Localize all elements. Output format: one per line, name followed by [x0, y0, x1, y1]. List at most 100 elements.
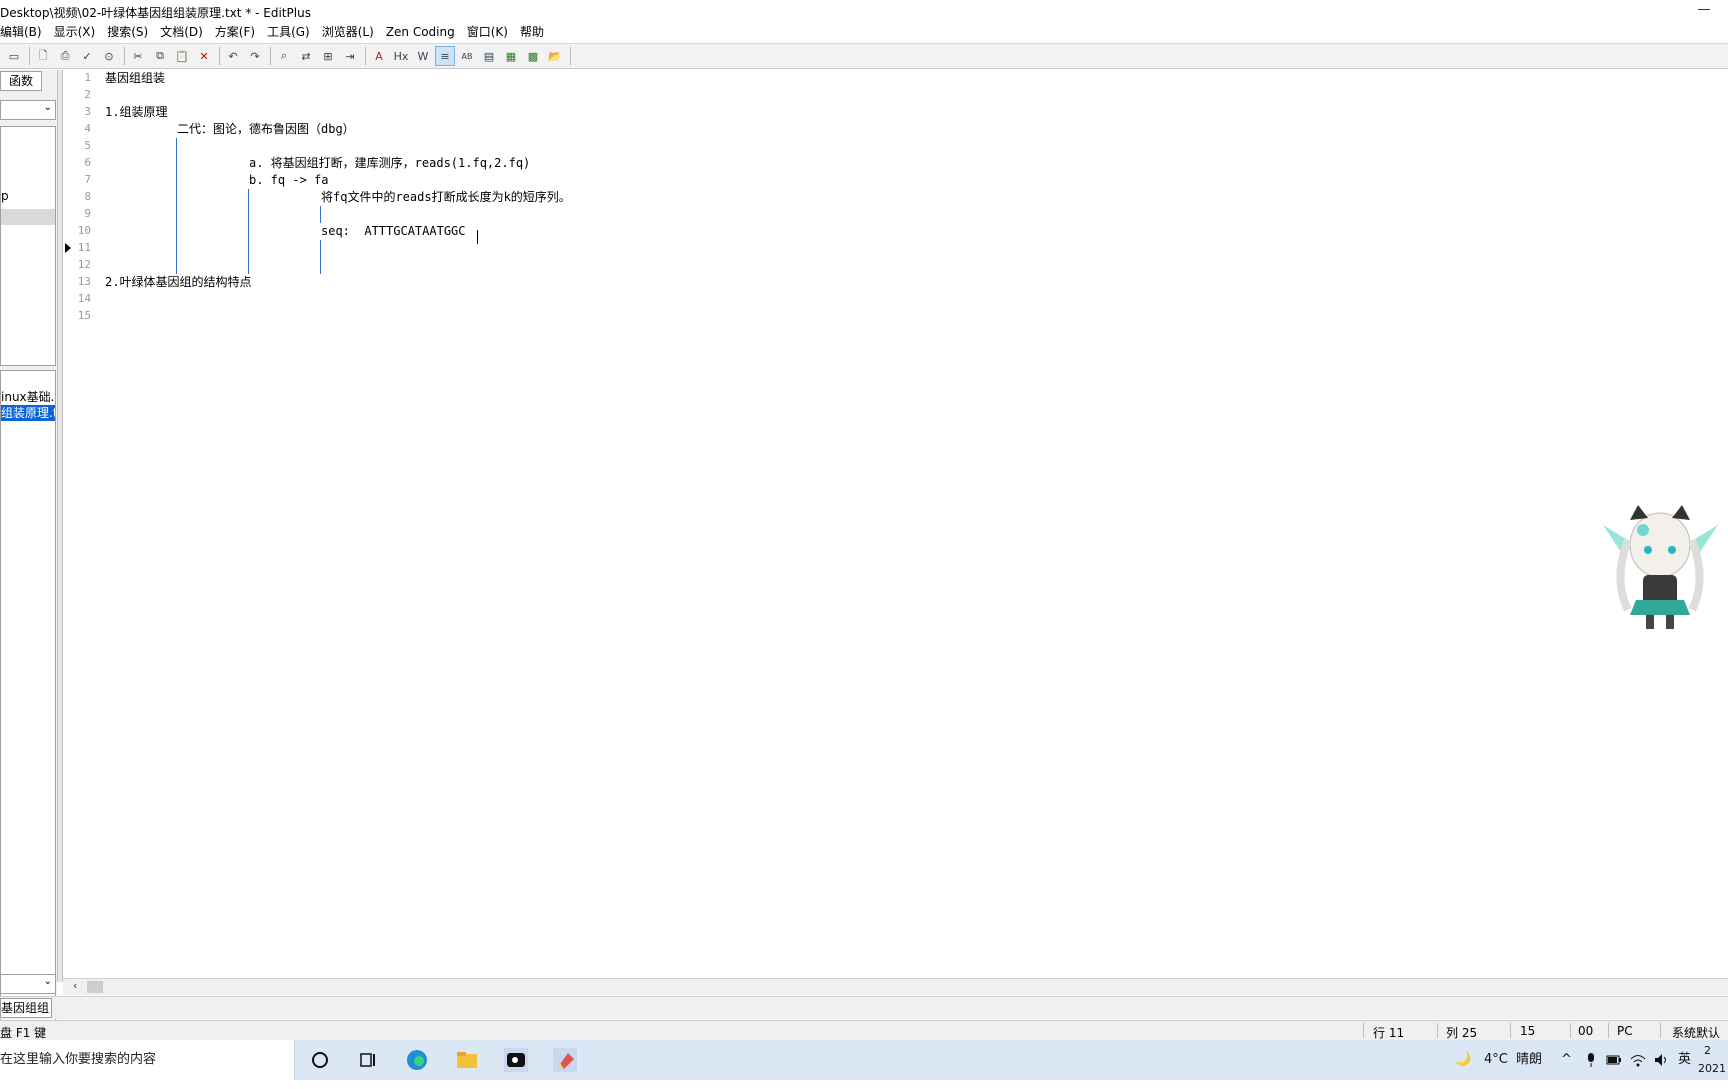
file-item-assembly[interactable]: 组装原理.t	[1, 405, 55, 421]
indent-guide	[320, 240, 321, 274]
wordwrap-icon[interactable]: W	[413, 46, 433, 66]
toolbar: ▭ 🗋 ⎙ ✓ ⊙ ✂ ⧉ 📋 ✕ ↶ ↷ ⌕ ⇄ ⊞ ⇥ A Hx W ≡ A…	[0, 43, 1728, 69]
microphone-icon[interactable]	[1585, 1040, 1597, 1080]
battery-icon[interactable]	[1606, 1040, 1622, 1080]
menu-tools[interactable]: 工具(G)	[261, 22, 316, 42]
file-explorer-icon[interactable]	[455, 1048, 479, 1072]
redo-icon[interactable]: ↷	[245, 46, 265, 66]
mascot-icon	[1603, 505, 1718, 629]
minimize-button[interactable]	[1696, 0, 1716, 20]
taskbar-search-input[interactable]: 在这里输入你要搜索的内容	[0, 1040, 295, 1080]
left-panel: 函数 ⌄ p inux基础.t 组装原理.t ⌄	[0, 70, 57, 1040]
weather-description[interactable]: 晴朗	[1516, 1040, 1542, 1080]
spell-check-icon[interactable]: ✓	[77, 46, 97, 66]
tree-item[interactable]: p	[1, 189, 9, 203]
chevron-down-icon[interactable]: ⌄	[44, 976, 52, 987]
find-icon[interactable]: ⌕	[274, 46, 294, 66]
volume-icon[interactable]	[1653, 1040, 1669, 1080]
menu-browser[interactable]: 浏览器(L)	[316, 22, 380, 42]
directory-combo[interactable]: ⌄	[0, 100, 56, 120]
tab-functions[interactable]: 函数	[0, 71, 42, 91]
line-number: 10	[77, 224, 91, 237]
status-bar: 盘 F1 键 行 11 列 25 15 00 PC 系统默认	[0, 1020, 1728, 1041]
toolbar-separator	[570, 47, 571, 65]
menu-view[interactable]: 显示(X)	[48, 22, 102, 42]
indent-guide	[176, 138, 177, 274]
chevron-down-icon[interactable]: ⌄	[44, 102, 52, 113]
current-line-marker-icon	[65, 243, 71, 253]
build-icon[interactable]: ▩	[523, 46, 543, 66]
line-number: 15	[77, 309, 91, 322]
menu-document[interactable]: 文档(D)	[154, 22, 209, 42]
copy-icon[interactable]: ⧉	[150, 46, 170, 66]
editplus-app-icon[interactable]	[553, 1048, 577, 1072]
menu-help[interactable]: 帮助	[514, 22, 550, 42]
status-divider	[1608, 1023, 1609, 1038]
indent-guide-icon[interactable]: ≡	[435, 46, 455, 66]
toolbar-separator	[270, 47, 271, 65]
line-number: 13	[77, 275, 91, 288]
browser-icon[interactable]: ⊙	[99, 46, 119, 66]
document-tab-bar: 基因组组	[0, 996, 1728, 1019]
indent-guide	[320, 206, 321, 223]
toolbar-separator	[29, 47, 30, 65]
cut-icon[interactable]: ✂	[128, 46, 148, 66]
cortana-icon[interactable]	[308, 1048, 332, 1072]
weather-moon-icon[interactable]: 🌙	[1455, 1040, 1471, 1080]
status-divider	[1363, 1023, 1364, 1038]
new-icon[interactable]: ▭	[4, 46, 24, 66]
scroll-left-icon[interactable]: ‹	[73, 979, 77, 992]
code-line: a. 将基因组打断，建库测序，reads(1.fq,2.fq)	[249, 156, 531, 170]
directory-tree[interactable]: p	[0, 126, 56, 366]
weather-temperature[interactable]: 4°C	[1484, 1040, 1508, 1080]
line-number: 5	[84, 139, 91, 152]
task-view-icon[interactable]	[356, 1048, 380, 1072]
code-line: 基因组组装	[105, 71, 166, 85]
editor[interactable]: 1 2 3 4 5 6 7 8 9 10 11 12 13 14 15 基因组组…	[63, 70, 1728, 978]
ruler-icon[interactable]: ▤	[479, 46, 499, 66]
filter-combo[interactable]: ⌄	[0, 974, 56, 994]
replace-icon[interactable]: ⇄	[296, 46, 316, 66]
title-bar: Desktop\视频\02-叶绿体基因组组装原理.txt * - EditPlu…	[0, 0, 1728, 22]
menu-window[interactable]: 窗口(K)	[461, 22, 514, 42]
column-icon[interactable]: AB	[457, 46, 477, 66]
ime-indicator[interactable]: 英	[1678, 1040, 1691, 1080]
line-number: 8	[84, 190, 91, 203]
line-number: 4	[84, 122, 91, 135]
delete-icon[interactable]: ✕	[194, 46, 214, 66]
line-number: 1	[84, 71, 91, 84]
file-item-linux[interactable]: inux基础.t	[1, 389, 55, 405]
tree-item-selected[interactable]	[1, 209, 55, 225]
run-icon[interactable]: ▦	[501, 46, 521, 66]
menu-edit[interactable]: 编辑(B)	[0, 22, 48, 42]
paste-icon[interactable]: 📋	[172, 46, 192, 66]
find-in-files-icon[interactable]: ⊞	[318, 46, 338, 66]
print-icon[interactable]: ⎙	[55, 46, 75, 66]
tab-document[interactable]: 基因组组	[0, 998, 52, 1018]
horizontal-scrollbar[interactable]: ‹	[63, 978, 1728, 995]
line-number: 3	[84, 105, 91, 118]
goto-icon[interactable]: ⇥	[340, 46, 360, 66]
menu-search[interactable]: 搜索(S)	[101, 22, 154, 42]
clock-date[interactable]: 2021	[1698, 1049, 1726, 1089]
status-hint: 盘 F1 键	[0, 1026, 47, 1040]
print-preview-icon[interactable]: 🗋	[33, 46, 53, 66]
edge-icon[interactable]	[405, 1048, 429, 1072]
chevron-up-icon[interactable]: ^	[1561, 1040, 1572, 1080]
status-divider	[1510, 1023, 1511, 1038]
hex-icon[interactable]: Hx	[391, 46, 411, 66]
folder-icon[interactable]: 📂	[545, 46, 565, 66]
menu-project[interactable]: 方案(F)	[209, 22, 261, 42]
code-line: b. fq -> fa	[249, 173, 329, 187]
wifi-icon[interactable]	[1630, 1040, 1646, 1080]
file-list[interactable]: inux基础.t 组装原理.t	[0, 370, 56, 1040]
undo-icon[interactable]: ↶	[223, 46, 243, 66]
status-code: 00	[1578, 1024, 1594, 1038]
scroll-thumb[interactable]	[87, 981, 103, 993]
status-line-ending: PC	[1617, 1024, 1633, 1038]
font-icon[interactable]: A	[369, 46, 389, 66]
video-app-icon[interactable]	[504, 1048, 528, 1072]
line-number: 14	[77, 292, 91, 305]
menu-zen-coding[interactable]: Zen Coding	[380, 22, 461, 42]
text-cursor-icon	[477, 230, 478, 244]
